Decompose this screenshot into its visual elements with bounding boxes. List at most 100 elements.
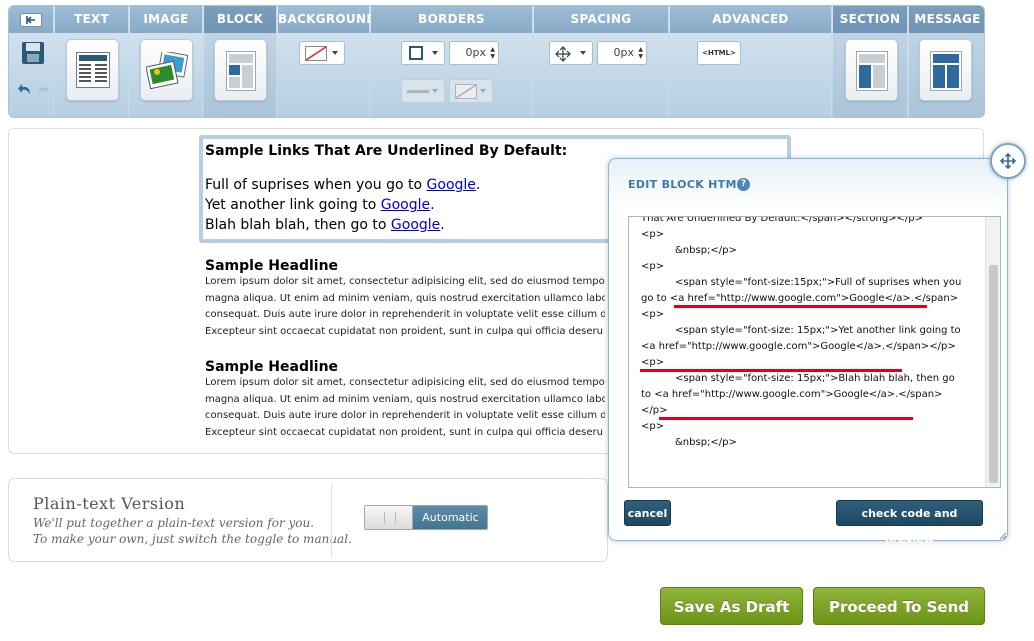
- proceed-to-send-button[interactable]: Proceed To Send: [813, 587, 985, 625]
- section-header-borders: BORDERS: [371, 6, 532, 33]
- toolbar-section-advanced: ADVANCED <HTML>: [670, 6, 832, 117]
- links-block-title: Sample Links That Are Underlined By Defa…: [205, 143, 568, 159]
- edit-block-html-dialog: EDIT BLOCK HTML ? That Are Underlined By…: [608, 158, 1008, 546]
- check-code-preview-button[interactable]: check code and preview: [836, 500, 983, 546]
- insert-text-block-button[interactable]: [66, 39, 119, 101]
- plain-text-toggle[interactable]: Automatic: [364, 505, 488, 530]
- spacing-value: 0px: [613, 46, 635, 59]
- plain-text-desc-line: To make your own, just switch the toggle…: [33, 532, 352, 546]
- links-block[interactable]: Sample Links That Are Underlined By Defa…: [205, 143, 605, 235]
- spacing-value-input[interactable]: 0px ▲ ▼: [597, 41, 647, 65]
- toolbar-section-message: MESSAGE: [909, 6, 984, 117]
- headline: Sample Headline: [205, 258, 339, 274]
- toggle-state-label: Automatic: [413, 506, 487, 529]
- highlight-underline: [674, 305, 927, 308]
- highlight-underline: [659, 417, 913, 420]
- plain-text-description: We'll put together a plain-text version …: [33, 515, 352, 547]
- padding-icon: [555, 46, 571, 62]
- toolbar-section-image: IMAGE: [130, 6, 203, 117]
- border-box-icon: [409, 46, 423, 60]
- save-as-draft-button[interactable]: Save As Draft: [660, 587, 803, 625]
- help-icon[interactable]: ?: [737, 178, 750, 191]
- stepper-arrows-icon[interactable]: ▲ ▼: [490, 46, 495, 60]
- move-icon: [1000, 153, 1016, 169]
- border-width-input[interactable]: 0px ▲ ▼: [449, 41, 499, 65]
- toolbar-section-spacing: SPACING 0px ▲ ▼: [534, 6, 669, 117]
- link-line-tail: .: [430, 197, 435, 213]
- toolbar-section-block: BLOCK: [204, 6, 277, 117]
- divider: [331, 485, 332, 557]
- html-code-editor[interactable]: That Are Underlined By Default:</span></…: [628, 216, 1001, 488]
- border-width-value: 0px: [465, 46, 487, 59]
- section-header-spacing: SPACING: [534, 6, 668, 33]
- resize-grip-icon[interactable]: [999, 532, 1007, 540]
- code-lines: That Are Underlined By Default:</span></…: [641, 216, 987, 451]
- google-link[interactable]: Google: [391, 217, 440, 233]
- move-dialog-handle[interactable]: [990, 143, 1026, 179]
- section-header-section: SECTION: [833, 6, 907, 33]
- border-style-select[interactable]: [401, 41, 445, 65]
- background-color-select[interactable]: [299, 41, 345, 65]
- code-line: <p>: [641, 261, 665, 272]
- headline-block-1[interactable]: Sample Headline Lorem ipsum dolor sit am…: [205, 258, 605, 340]
- code-line: <a href="http://www.google.com">Google</…: [641, 341, 956, 352]
- toolbar-section-section: SECTION: [833, 6, 908, 117]
- dialog-title: EDIT BLOCK HTML: [628, 178, 745, 191]
- no-color-icon: [305, 46, 327, 61]
- edit-html-button[interactable]: <HTML>: [697, 41, 741, 65]
- block-layout-button[interactable]: [214, 39, 267, 101]
- code-line: That Are Underlined By Default:</span></…: [641, 216, 924, 224]
- code-line: <span style="font-size: 15px;">Yet anoth…: [675, 325, 961, 336]
- chevron-down-icon: [480, 89, 486, 93]
- section-header-background: BACKGROUND: [278, 6, 376, 33]
- section-header-image: IMAGE: [130, 6, 202, 33]
- collapse-icon: [20, 12, 42, 27]
- message-layout-icon: [930, 51, 962, 91]
- code-scrollbar[interactable]: [985, 217, 1000, 487]
- google-link[interactable]: Google: [427, 177, 476, 193]
- body-text-line: magna aliqua. Ut enim ad minim veniam, q…: [205, 393, 605, 405]
- section-header-text: TEXT: [55, 6, 128, 33]
- code-line: <span style="font-size: 15px;">Blah blah…: [675, 373, 955, 384]
- code-line: <span style="font-size:15px;">Full of su…: [675, 277, 962, 288]
- highlight-underline: [640, 369, 902, 372]
- insert-image-button[interactable]: [140, 39, 193, 101]
- message-layout-button[interactable]: [919, 39, 972, 101]
- collapse-toolbar-button[interactable]: [9, 6, 53, 33]
- cancel-button[interactable]: cancel: [624, 500, 671, 526]
- code-line: <p>: [641, 421, 665, 432]
- border-color-select: [449, 79, 493, 103]
- redo-icon[interactable]: [36, 83, 49, 96]
- chevron-down-icon: [432, 89, 438, 93]
- headline: Sample Headline: [205, 359, 339, 375]
- body-text-line: Excepteur sint occaecat cupidatat non pr…: [205, 325, 603, 337]
- body-text-line: Lorem ipsum dolor sit amet, consectetur …: [205, 276, 605, 287]
- line-style-icon: [407, 90, 429, 93]
- block-layout-icon: [226, 51, 256, 91]
- headline-block-2[interactable]: Sample Headline Lorem ipsum dolor sit am…: [205, 359, 605, 441]
- border-line-select: [401, 79, 445, 103]
- link-line-text: Full of suprises when you go to: [205, 177, 427, 193]
- spacing-side-select[interactable]: [549, 41, 593, 65]
- section-layout-button[interactable]: [845, 39, 898, 101]
- body-text-line: magna aliqua. Ut enim ad minim veniam, q…: [205, 292, 605, 304]
- link-line: Yet another link going to Google.: [205, 195, 605, 215]
- toolbar-section-borders: BORDERS 0px ▲ ▼: [371, 6, 533, 117]
- link-line-tail: .: [440, 217, 445, 233]
- section-layout-icon: [856, 51, 888, 91]
- google-link[interactable]: Google: [381, 197, 430, 213]
- link-line-text: Yet another link going to: [205, 197, 381, 213]
- stepper-arrows-icon[interactable]: ▲ ▼: [638, 46, 643, 60]
- plain-text-panel: Plain-text Version We'll put together a …: [8, 478, 608, 562]
- scrollbar-thumb[interactable]: [989, 265, 998, 483]
- code-line: to <a href="http://www.google.com">Googl…: [641, 389, 943, 400]
- toggle-knob[interactable]: [365, 506, 413, 529]
- save-icon[interactable]: [21, 41, 45, 65]
- link-line-tail: .: [475, 177, 481, 193]
- code-line: &nbsp;</p>: [675, 245, 737, 256]
- link-line: Blah blah blah, then go to Google.: [205, 215, 605, 235]
- body-text-line: Excepteur sint occaecat cupidatat non pr…: [205, 426, 603, 438]
- undo-icon[interactable]: [17, 81, 33, 97]
- section-header-block: BLOCK: [204, 6, 276, 33]
- link-line-text: Blah blah blah, then go to: [205, 217, 391, 233]
